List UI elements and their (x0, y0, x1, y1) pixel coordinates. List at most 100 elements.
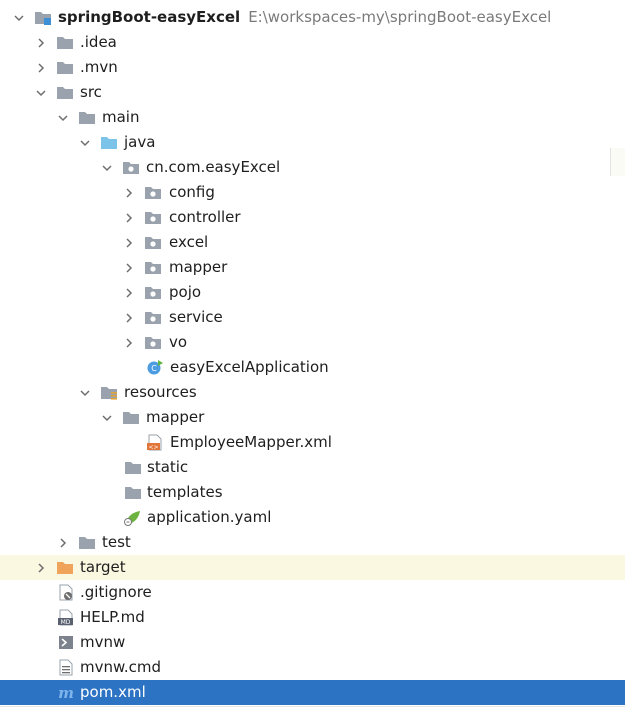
folder-icon (56, 34, 74, 51)
resources-root-icon (100, 384, 118, 401)
tree-row-app-class[interactable]: easyExcelApplication (0, 355, 625, 380)
package-icon (144, 284, 162, 301)
tree-row-main[interactable]: main (0, 105, 625, 130)
tree-row-controller[interactable]: controller (0, 205, 625, 230)
source-root-folder-icon (100, 134, 118, 151)
tree-label-mapper-xml: EmployeeMapper.xml (170, 433, 332, 451)
markdown-file-icon (57, 609, 75, 626)
spring-boot-class-icon (146, 359, 164, 376)
tree-row-resources[interactable]: resources (0, 380, 625, 405)
chevron-right-icon[interactable] (34, 555, 48, 580)
chevron-down-icon[interactable] (56, 105, 70, 130)
chevron-right-icon[interactable] (122, 255, 136, 280)
tree-label-mvnw: mvnw (80, 633, 126, 651)
chevron-right-icon[interactable] (56, 530, 70, 555)
tree-label-app-yaml: application.yaml (147, 508, 272, 526)
tree-label-help: HELP.md (80, 608, 145, 626)
tree-row-mapper-xml[interactable]: EmployeeMapper.xml (0, 430, 625, 455)
tree-label-idea: .idea (80, 33, 117, 51)
tree-row-config[interactable]: config (0, 180, 625, 205)
tree-label-pom: pom.xml (80, 683, 146, 701)
tree-row-mvnw-cmd[interactable]: mvnw.cmd (0, 655, 625, 680)
chevron-right-icon[interactable] (122, 330, 136, 355)
chevron-right-icon[interactable] (122, 280, 136, 305)
tree-row-project-root[interactable]: springBoot-easyExcel E:\workspaces-my\spr… (0, 5, 625, 30)
project-tree: springBoot-easyExcel E:\workspaces-my\spr… (0, 5, 625, 705)
tree-label-package: cn.com.easyExcel (146, 158, 281, 176)
tree-row-excel[interactable]: excel (0, 230, 625, 255)
tree-row-package[interactable]: cn.com.easyExcel (0, 155, 625, 180)
tree-row-src[interactable]: src (0, 80, 625, 105)
chevron-right-icon[interactable] (122, 305, 136, 330)
tree-bottom-edge (0, 706, 625, 712)
folder-icon (122, 409, 140, 426)
chevron-down-icon[interactable] (78, 130, 92, 155)
tree-row-static[interactable]: static (0, 455, 625, 480)
tree-row-mvnw[interactable]: mvnw (0, 630, 625, 655)
tree-label-vo: vo (169, 333, 188, 351)
spring-config-icon (124, 509, 142, 526)
tree-row-service[interactable]: service (0, 305, 625, 330)
chevron-down-icon[interactable] (100, 155, 114, 180)
tree-label-gitignore: .gitignore (80, 583, 152, 601)
tree-row-idea[interactable]: .idea (0, 30, 625, 55)
tree-row-help[interactable]: HELP.md (0, 605, 625, 630)
tree-row-pojo[interactable]: pojo (0, 280, 625, 305)
xml-file-icon (146, 434, 164, 451)
package-icon (144, 259, 162, 276)
folder-icon (124, 484, 142, 501)
package-icon (122, 159, 140, 176)
chevron-down-icon[interactable] (78, 380, 92, 405)
chevron-right-icon[interactable] (122, 180, 136, 205)
chevron-right-icon[interactable] (34, 30, 48, 55)
folder-icon (124, 459, 142, 476)
tree-label-pojo: pojo (169, 283, 202, 301)
tree-row-gitignore[interactable]: .gitignore (0, 580, 625, 605)
chevron-down-icon[interactable] (100, 405, 114, 430)
tree-label-static: static (147, 458, 189, 476)
tree-label-resources: resources (124, 383, 197, 401)
editor-edge-strip (610, 148, 625, 176)
tree-row-vo[interactable]: vo (0, 330, 625, 355)
tree-row-test[interactable]: test (0, 530, 625, 555)
tree-row-pom[interactable]: pom.xml (0, 680, 625, 705)
project-path: E:\workspaces-my\springBoot-easyExcel (248, 8, 552, 26)
tree-label-mapper: mapper (169, 258, 228, 276)
text-file-icon (57, 659, 75, 676)
tree-label-res-mapper: mapper (146, 408, 205, 426)
folder-icon (56, 59, 74, 76)
tree-label-mvn: .mvn (80, 58, 118, 76)
tree-label-java: java (124, 133, 156, 151)
tree-label-target: target (80, 558, 126, 576)
tree-row-mvn[interactable]: .mvn (0, 55, 625, 80)
tree-row-mapper[interactable]: mapper (0, 255, 625, 280)
package-icon (144, 209, 162, 226)
tree-label-main: main (102, 108, 140, 126)
tree-label-app-class: easyExcelApplication (170, 358, 329, 376)
folder-icon (78, 534, 96, 551)
chevron-down-icon[interactable] (12, 5, 26, 30)
tree-row-target[interactable]: target (0, 555, 625, 580)
package-icon (144, 334, 162, 351)
tree-row-templates[interactable]: templates (0, 480, 625, 505)
tree-row-res-mapper[interactable]: mapper (0, 405, 625, 430)
tree-label-mvnw-cmd: mvnw.cmd (80, 658, 162, 676)
project-name: springBoot-easyExcel (58, 8, 241, 26)
shell-script-icon (57, 634, 75, 651)
tree-label-config: config (169, 183, 215, 201)
tree-row-app-yaml[interactable]: application.yaml (0, 505, 625, 530)
maven-pom-icon (57, 684, 75, 701)
tree-label-controller: controller (169, 208, 241, 226)
folder-icon (78, 109, 96, 126)
chevron-right-icon[interactable] (34, 55, 48, 80)
chevron-down-icon[interactable] (34, 80, 48, 105)
chevron-right-icon[interactable] (122, 205, 136, 230)
tree-label-service: service (169, 308, 223, 326)
tree-label-src: src (80, 83, 102, 101)
chevron-right-icon[interactable] (122, 230, 136, 255)
tree-label-templates: templates (147, 483, 223, 501)
package-icon (144, 184, 162, 201)
package-icon (144, 309, 162, 326)
tree-row-java[interactable]: java (0, 130, 625, 155)
tree-label-excel: excel (169, 233, 209, 251)
